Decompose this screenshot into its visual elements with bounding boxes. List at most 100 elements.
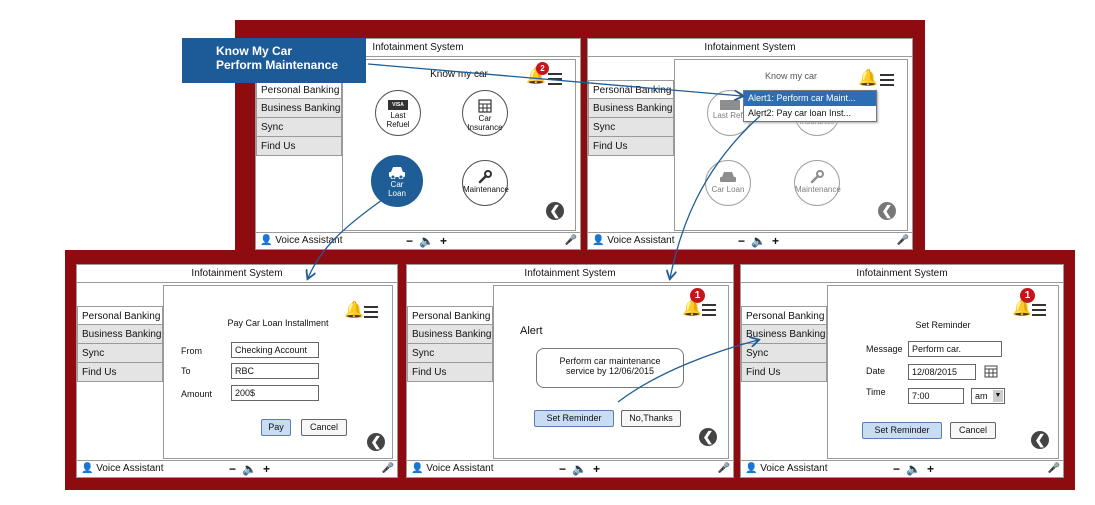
sidebar-item-business-banking[interactable]: Business Banking [741,325,827,344]
volume-control[interactable]: −🔈+ [229,461,276,477]
voice-assistant-label: Voice Assistant [275,235,343,246]
volume-up-button[interactable]: + [772,234,785,248]
hamburger-menu-icon[interactable] [548,73,562,88]
voice-assistant[interactable]: 👤 Voice Assistant [592,233,675,249]
user-icon: 👤 [81,463,94,474]
to-field[interactable] [231,363,319,379]
footer-bar: 👤 Voice Assistant −🔈+ 🎤 [407,460,733,477]
volume-control[interactable]: −🔈+ [559,461,606,477]
volume-down-button[interactable]: − [559,462,572,476]
user-icon: 👤 [411,463,424,474]
sidebar-item-sync[interactable]: Sync [77,344,163,363]
volume-up-button[interactable]: + [593,462,606,476]
scenario-callout: Know My Car Perform Maintenance [182,38,366,83]
hamburger-menu-icon[interactable] [702,304,716,319]
sidebar-item-personal-banking[interactable]: Personal Banking [407,306,493,325]
hamburger-menu-icon[interactable] [880,74,894,89]
voice-assistant[interactable]: 👤 Voice Assistant [81,461,164,477]
microphone-icon[interactable]: 🎤 [382,461,394,477]
message-field[interactable] [908,341,1002,357]
sidebar-item-find-us[interactable]: Find Us [77,363,163,382]
back-arrow-icon[interactable]: ❮ [878,202,896,220]
back-arrow-icon[interactable]: ❮ [699,428,717,446]
cancel-button[interactable]: Cancel [950,422,996,439]
volume-control[interactable]: −🔈+ [406,233,453,249]
screen-alerts-dropdown: Infotainment System Personal Banking Bus… [587,38,913,250]
footer-bar: 👤 Voice Assistant −🔈+ 🎤 [77,460,397,477]
sidebar-item-sync[interactable]: Sync [588,118,674,137]
tile-last-refuel[interactable]: VISA Last Refuel [375,90,421,136]
volume-up-button[interactable]: + [263,462,276,476]
date-field[interactable] [908,364,976,380]
back-arrow-icon[interactable]: ❮ [546,202,564,220]
microphone-icon[interactable]: 🎤 [1048,461,1060,477]
hamburger-menu-icon[interactable] [364,306,378,321]
tile-car-insurance[interactable]: Car Insurance [462,90,508,136]
app-title: Infotainment System [588,39,912,57]
sidebar-item-find-us[interactable]: Find Us [407,363,493,382]
tile-label: Car Loan [711,185,745,194]
pay-button[interactable]: Pay [261,419,291,436]
amount-field[interactable] [231,385,319,401]
sidebar-item-business-banking[interactable]: Business Banking [407,325,493,344]
microphone-icon[interactable]: 🎤 [565,233,577,249]
volume-down-button[interactable]: − [229,462,242,476]
volume-down-button[interactable]: − [406,234,419,248]
microphone-icon[interactable]: 🎤 [718,461,730,477]
ampm-select[interactable]: am ▼ [971,388,1005,404]
tile-maintenance[interactable]: Maintenance [794,160,841,206]
alert-option-maintenance[interactable]: Alert1: Perform car Maint... [744,91,876,106]
tile-car-loan[interactable]: Car Loan [705,160,751,206]
voice-assistant-label: Voice Assistant [760,463,828,474]
back-arrow-icon[interactable]: ❮ [1031,431,1049,449]
tile-car-loan[interactable]: Car Loan [371,155,423,207]
microphone-icon[interactable]: 🎤 [897,233,909,249]
app-title: Infotainment System [77,265,397,283]
sidebar-item-sync[interactable]: Sync [741,344,827,363]
sidebar-item-sync[interactable]: Sync [256,118,342,137]
volume-up-button[interactable]: + [927,462,940,476]
sidebar-item-business-banking[interactable]: Business Banking [256,99,342,118]
bell-icon[interactable]: 🔔 [344,300,364,320]
tile-maintenance[interactable]: Maintenance [462,160,509,206]
set-reminder-button[interactable]: Set Reminder [534,410,614,427]
back-arrow-icon[interactable]: ❮ [367,433,385,451]
message-label: Message [866,344,903,354]
calendar-icon[interactable] [984,364,998,378]
from-field[interactable] [231,342,319,358]
volume-control[interactable]: −🔈+ [893,461,940,477]
time-field[interactable] [908,388,964,404]
voice-assistant[interactable]: 👤 Voice Assistant [745,461,828,477]
volume-control[interactable]: −🔈+ [738,233,785,249]
cancel-button[interactable]: Cancel [301,419,347,436]
tile-label: Maintenance [463,185,509,194]
sidebar-item-find-us[interactable]: Find Us [588,137,674,156]
voice-assistant[interactable]: 👤 Voice Assistant [411,461,494,477]
main-panel: Pay Car Loan Installment 🔔 From To Amoun… [163,285,393,459]
screen-set-reminder: Infotainment System Personal Banking Bus… [740,264,1064,478]
main-panel: 🔔 1 Set Reminder Message Date Time am ▼ … [827,285,1059,459]
hamburger-menu-icon[interactable] [1032,304,1046,319]
sidebar-item-personal-banking[interactable]: Personal Banking [741,306,827,325]
bell-icon[interactable]: 🔔 [858,68,878,88]
alert-message-line2: service by 12/06/2015 [565,366,655,376]
sidebar-item-business-banking[interactable]: Business Banking [588,99,674,118]
volume-down-button[interactable]: − [893,462,906,476]
screen-pay-car-loan: Infotainment System Personal Banking Bus… [76,264,398,478]
footer-bar: 👤 Voice Assistant −🔈+ 🎤 [256,232,580,249]
volume-up-button[interactable]: + [440,234,453,248]
speaker-icon: 🔈 [419,234,440,248]
voice-assistant[interactable]: 👤 Voice Assistant [260,233,343,249]
sidebar-item-personal-banking[interactable]: Personal Banking [77,306,163,325]
no-thanks-button[interactable]: No,Thanks [621,410,681,427]
sidebar-item-find-us[interactable]: Find Us [256,137,342,156]
sidebar-item-sync[interactable]: Sync [407,344,493,363]
sidebar-item-business-banking[interactable]: Business Banking [77,325,163,344]
sidebar-item-personal-banking[interactable]: Personal Banking [588,80,674,99]
chevron-down-icon: ▼ [993,390,1003,402]
set-reminder-button[interactable]: Set Reminder [862,422,942,439]
alert-option-car-loan[interactable]: Alert2: Pay car loan Inst... [744,106,876,121]
volume-down-button[interactable]: − [738,234,751,248]
alert-message-bubble: Perform car maintenance service by 12/06… [536,348,684,388]
sidebar-item-find-us[interactable]: Find Us [741,363,827,382]
